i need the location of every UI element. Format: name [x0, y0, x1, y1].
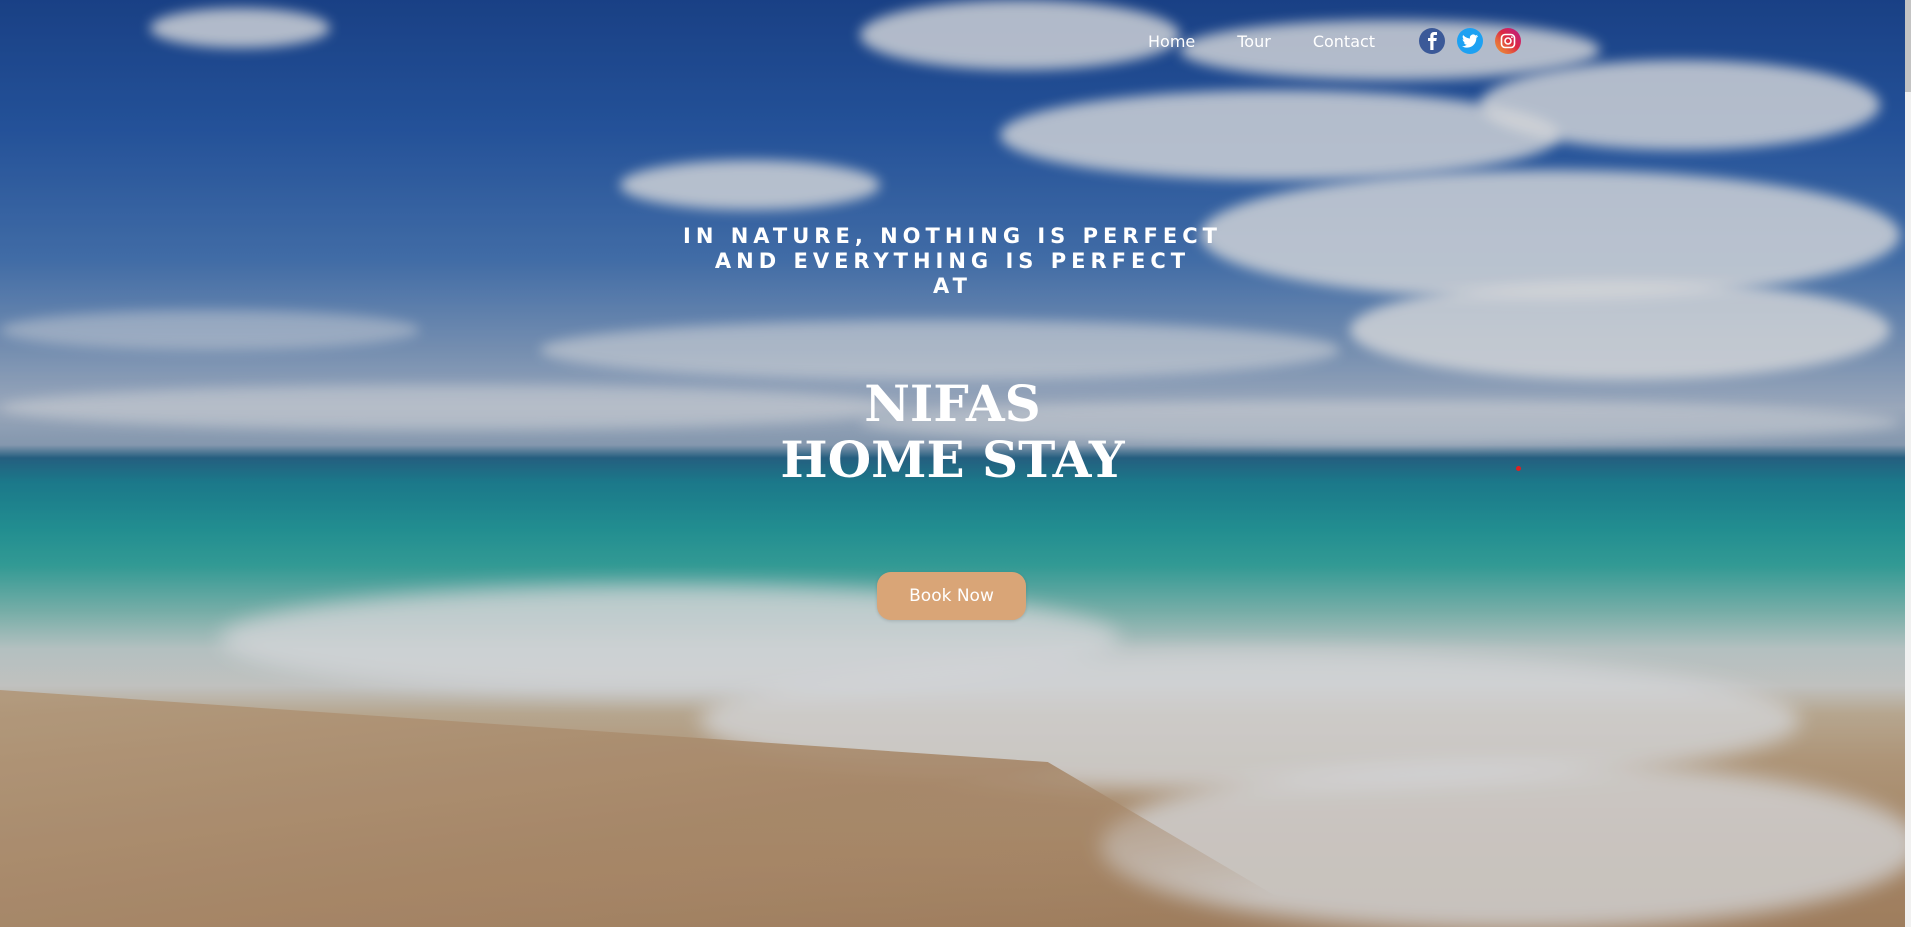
hero-tagline: IN NATURE, NOTHING IS PERFECT AND EVERYT… [0, 224, 1905, 299]
top-navigation: Home Tour Contact [1148, 28, 1533, 54]
instagram-icon[interactable] [1495, 28, 1522, 54]
tagline-line-2: AND EVERYTHING IS PERFECT [714, 249, 1191, 273]
twitter-icon[interactable] [1457, 28, 1484, 54]
nav-link-contact[interactable]: Contact [1313, 32, 1375, 51]
hero-title: NIFAS HOME STAY [0, 376, 1905, 488]
nav-link-home[interactable]: Home [1148, 32, 1195, 51]
page-scrollbar[interactable] [1905, 0, 1911, 927]
hero-title-line-2: HOME STAY [780, 430, 1125, 489]
scrollbar-thumb[interactable] [1905, 0, 1911, 92]
tagline-line-1: IN NATURE, NOTHING IS PERFECT [683, 224, 1222, 248]
page: Home Tour Contact IN NATURE, NOTHING IS … [0, 0, 1911, 927]
nav-link-tour[interactable]: Tour [1237, 32, 1271, 51]
social-links [1419, 28, 1533, 54]
tagline-line-3: AT [933, 274, 972, 298]
facebook-icon[interactable] [1419, 28, 1446, 54]
hero-title-line-1: NIFAS [864, 374, 1041, 433]
book-now-button[interactable]: Book Now [877, 572, 1026, 620]
